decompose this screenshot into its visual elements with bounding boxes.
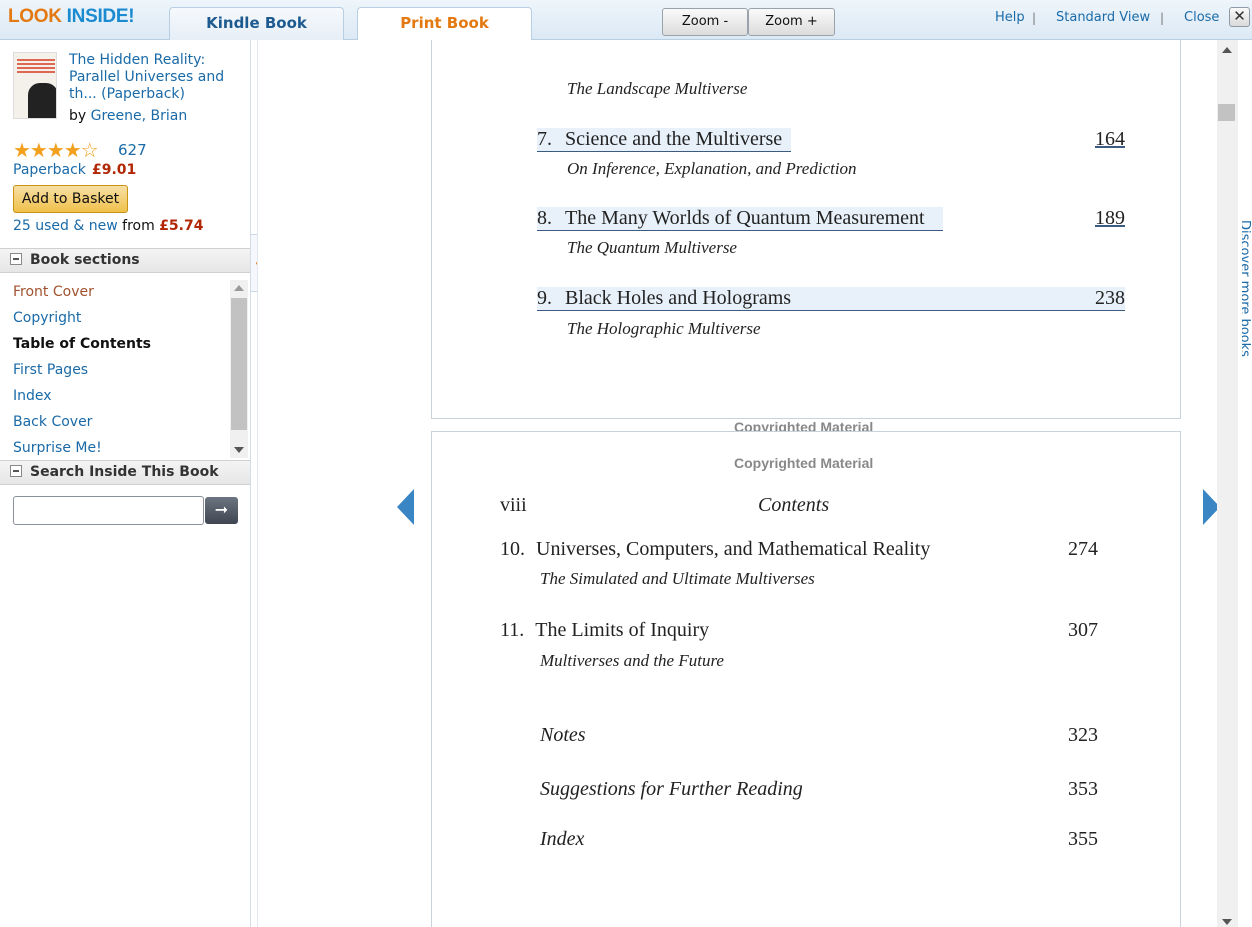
chapter-number: 10.: [500, 538, 525, 560]
chapter-number: 7.: [537, 128, 552, 150]
price: £9.01: [92, 162, 137, 178]
chapter-subtitle: The Holographic Multiverse: [567, 319, 761, 338]
chapter-subtitle: The Landscape Multiverse: [567, 79, 748, 98]
separator: |: [1160, 11, 1165, 25]
scroll-down-arrow-icon[interactable]: [234, 447, 244, 453]
section-item-copyright[interactable]: Copyright: [13, 310, 81, 326]
star-rating-icon[interactable]: ★★★★☆: [13, 140, 99, 160]
book-sections-heading: Book sections: [30, 252, 140, 268]
section-item-surprise-me[interactable]: Surprise Me!: [13, 440, 102, 456]
discover-more-books-tab[interactable]: Discover more books: [1242, 220, 1252, 460]
section-item-back-cover[interactable]: Back Cover: [13, 414, 92, 430]
chapter-page-number: 274: [1068, 538, 1098, 560]
book-byline: by Greene, Brian: [69, 108, 187, 124]
from-label: from: [122, 218, 155, 234]
cover-title-graphic: [17, 59, 55, 73]
search-input[interactable]: [13, 496, 204, 525]
backmatter-page-number: 323: [1068, 724, 1098, 746]
chapter-number: 11.: [500, 619, 525, 641]
backmatter-title: Notes: [540, 724, 586, 746]
backmatter-title: Index: [540, 828, 585, 850]
by-label: by: [69, 108, 87, 124]
zoom-in-button[interactable]: Zoom +: [748, 8, 835, 36]
scroll-down-arrow-icon[interactable]: [1222, 919, 1232, 925]
chapter-number: 8.: [537, 207, 552, 229]
cover-portrait-graphic: [28, 83, 56, 118]
chapter-title: Science and the Multiverse: [565, 128, 783, 150]
chapter-title: The Many Worlds of Quantum Measurement: [565, 207, 925, 229]
copyright-watermark: Copyrighted Material: [734, 455, 874, 471]
logo-text-inside: INSIDE!: [66, 6, 135, 27]
chapter-title: The Limits of Inquiry: [535, 619, 710, 641]
section-item-first-pages[interactable]: First Pages: [13, 362, 88, 378]
author-link[interactable]: Greene, Brian: [91, 108, 188, 124]
zoom-out-button[interactable]: Zoom -: [662, 8, 748, 36]
scroll-up-arrow-icon[interactable]: [234, 285, 244, 291]
help-link[interactable]: Help: [995, 10, 1025, 25]
chapter-page-number: 164: [1095, 128, 1125, 150]
toc-entry: 11. The Limits of Inquiry: [500, 619, 709, 642]
book-sections-header[interactable]: Book sections: [0, 248, 250, 273]
book-cover-thumbnail[interactable]: [13, 52, 57, 119]
discover-more-books-label: Discover more books: [1242, 220, 1252, 357]
sections-scrollbar[interactable]: [230, 280, 248, 458]
page-folio: viii: [500, 494, 527, 516]
chapter-subtitle: Multiverses and the Future: [540, 651, 724, 670]
backmatter-title: Suggestions for Further Reading: [540, 778, 803, 800]
search-inside-heading: Search Inside This Book: [30, 464, 219, 480]
format-link[interactable]: Paperback: [13, 162, 86, 178]
scroll-up-arrow-icon[interactable]: [1222, 47, 1232, 53]
chapter-subtitle: On Inference, Explanation, and Predictio…: [567, 159, 857, 178]
page-viewer: The Landscape Multiverse 7. Science and …: [257, 40, 1217, 927]
look-inside-logo: LOOK INSIDE!: [8, 6, 135, 28]
backmatter-page-number: 353: [1068, 778, 1098, 800]
toc-entry: 10. Universes, Computers, and Mathematic…: [500, 538, 930, 561]
separator: |: [1032, 11, 1037, 25]
collapse-minus-icon[interactable]: [10, 253, 22, 265]
chapter-page-number: 307: [1068, 619, 1098, 641]
book-sections-list: Front Cover Copyright Table of Contents …: [0, 278, 230, 458]
running-head: Contents: [758, 494, 830, 516]
chapter-subtitle: The Quantum Multiverse: [567, 238, 737, 257]
chapter-title: Universes, Computers, and Mathematical R…: [536, 538, 931, 560]
top-bar: LOOK INSIDE! Kindle Book Print Book Zoom…: [0, 0, 1252, 41]
tab-kindle-book[interactable]: Kindle Book: [169, 7, 344, 40]
chapter-subtitle: The Simulated and Ultimate Multiverses: [540, 569, 815, 588]
chapter-number: 9.: [537, 287, 552, 309]
close-link[interactable]: Close: [1184, 10, 1219, 25]
tab-print-book[interactable]: Print Book: [357, 7, 532, 41]
book-page: The Landscape Multiverse 7. Science and …: [431, 40, 1181, 435]
chapter-title: Black Holes and Holograms: [565, 287, 792, 309]
search-inside-header[interactable]: Search Inside This Book: [0, 460, 250, 485]
scrollbar-thumb[interactable]: [1218, 104, 1235, 121]
add-to-basket-button[interactable]: Add to Basket: [13, 185, 128, 213]
arrow-right-icon[interactable]: ➞: [205, 497, 238, 524]
used-price: £5.74: [159, 218, 204, 234]
book-page: Copyrighted Material viii Contents 10. U…: [431, 431, 1181, 927]
left-panel: The Hidden Reality: Parallel Universes a…: [0, 40, 251, 927]
book-title-link[interactable]: The Hidden Reality: Parallel Universes a…: [69, 52, 244, 103]
collapse-minus-icon[interactable]: [10, 465, 22, 477]
close-icon[interactable]: ✕: [1229, 7, 1250, 27]
chapter-page-number: 189: [1095, 207, 1125, 229]
viewer-scrollbar[interactable]: [1217, 40, 1238, 927]
section-item-front-cover[interactable]: Front Cover: [13, 284, 94, 300]
standard-view-link[interactable]: Standard View: [1056, 10, 1150, 25]
toc-entry-link[interactable]: 7. Science and the Multiverse: [537, 128, 791, 152]
toc-entry-link[interactable]: 8. The Many Worlds of Quantum Measuremen…: [537, 207, 943, 231]
section-item-table-of-contents[interactable]: Table of Contents: [13, 336, 151, 352]
chapter-page-number: 238: [1095, 287, 1125, 309]
logo-text-look: LOOK: [8, 6, 62, 27]
used-new-link[interactable]: 25 used & new: [13, 218, 118, 234]
rating-count-link[interactable]: 627: [118, 141, 147, 159]
toc-entry-link[interactable]: 9. Black Holes and Holograms: [537, 287, 1125, 311]
backmatter-page-number: 355: [1068, 828, 1098, 850]
scrollbar-thumb[interactable]: [231, 298, 247, 430]
previous-page-arrow-icon[interactable]: [397, 489, 414, 525]
section-item-index[interactable]: Index: [13, 388, 52, 404]
used-and-new-offer: 25 used & new from £5.74: [13, 218, 203, 234]
